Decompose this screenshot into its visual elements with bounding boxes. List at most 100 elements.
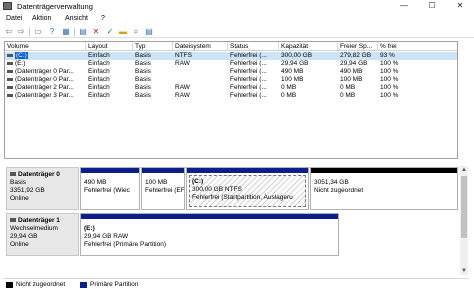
volume-icon [7,61,13,65]
volume-icon [7,69,13,73]
legend-primary-partition: Primäre Partition [90,281,139,288]
help-icon[interactable]: ? [47,27,57,37]
minimize-button[interactable]: — [390,0,418,13]
type-cell: Basis [135,60,151,67]
partition-size: 29,94 GB RAW [84,233,129,240]
maximize-button[interactable]: ☐ [418,0,446,13]
disk-0-type: Basis [10,179,26,186]
partition-unallocated[interactable]: 3051,34 GB Nicht zugeordnet [310,167,458,210]
column-header-status[interactable]: Status [228,42,279,51]
free-space-cell: 29,94 GB [340,60,368,67]
partition-efi[interactable]: 100 MB Fehlerfrei (EFI- [141,167,185,210]
console-icon[interactable]: ▭ [33,27,43,37]
column-header-layout[interactable]: Layout [86,42,133,51]
volume-cell: (E:) [5,60,86,68]
properties-icon[interactable]: ▤ [144,27,154,37]
free-space-cell: 100 MB [340,76,363,83]
partition-title: (C:) [192,178,204,185]
column-header-type[interactable]: Typ [133,42,173,51]
type-cell: Basis [135,84,151,91]
partition-e[interactable]: (E:) 29,94 GB RAW Fehlerfrei (Primäre Pa… [80,213,339,256]
partition-status: Nicht zugeordnet [314,187,364,194]
type-cell: Basis [135,52,151,59]
disk-0-label[interactable]: Datenträger 0 Basis 3351,92 GB Online [6,167,79,210]
status-cell: Fehlerfrei (... [230,68,267,75]
partition-size: 3051,34 GB [314,179,349,186]
filesystem-cell [173,76,228,84]
menu-help[interactable]: ? [101,15,105,22]
table-row[interactable]: (C:) Einfach Basis NTFS Fehlerfrei (... … [5,52,457,60]
free-space-cell: 279,82 GB [340,52,372,59]
volume-cell: (C:) [5,52,86,60]
free-space-cell: 0 MB [340,92,356,99]
search-icon[interactable]: ⌕ [131,27,141,37]
delete-icon[interactable]: ✕ [91,27,101,37]
partition-size: 100 MB [145,179,168,186]
partition-status: Fehlerfrei (Primäre Partition) [84,241,166,248]
grid-icon[interactable]: ▦ [61,27,71,37]
partition-c[interactable]: (C:) 300,00 GB NTFS Fehlerfrei (Startpar… [186,167,309,210]
partition-title: (E:) [84,225,95,232]
percent-free-cell: 100 % [380,60,399,67]
filesystem-cell: RAW [175,60,190,67]
capacity-cell: 0 MB [281,92,297,99]
disk-0-size: 3351,92 GB [10,187,45,194]
layout-cell: Einfach [88,68,110,75]
volume-icon [7,93,13,97]
back-icon[interactable]: ⇦ [4,27,14,37]
type-cell: Basis [135,76,151,83]
title-bar: Datenträgerverwaltung — ☐ ✕ [0,0,474,13]
disk-icon [10,218,16,223]
folder-icon[interactable]: ▬ [118,27,128,37]
filesystem-cell [173,68,228,76]
primary-partition-bar [187,168,308,173]
disk-management-icon [3,2,12,10]
close-button[interactable]: ✕ [446,0,474,13]
column-header-free-space[interactable]: Freier Sp... [338,42,378,51]
volume-cell: (Datenträger 0 Par... [5,68,86,76]
type-cell: Basis [135,92,151,99]
partition-size: 300,00 GB NTFS [192,186,242,193]
partition-status: Fehlerfrei (Wiec [84,187,130,194]
percent-free-cell: 100 % [380,92,399,99]
partition-recovery[interactable]: 490 MB Fehlerfrei (Wiec [80,167,140,210]
capacity-cell: 0 MB [281,84,297,91]
volume-cell: (Datenträger 3 Par... [5,92,86,100]
table-row[interactable]: (Datenträger 0 Par... Einfach Basis Fehl… [5,68,457,76]
table-row[interactable]: (E:) Einfach Basis RAW Fehlerfrei (... 2… [5,60,457,68]
disk-1-state: Online [10,241,29,248]
percent-free-cell: 100 % [380,84,399,91]
scroll-down-icon[interactable]: ▼ [460,267,468,275]
table-row[interactable]: (Datenträger 2 Par... Einfach Basis RAW … [5,84,457,92]
table-row[interactable]: (Datenträger 3 Par... Einfach Basis RAW … [5,92,457,100]
scroll-thumb[interactable] [461,176,467,238]
partition-status: Fehlerfrei (Startpartition, Auslageru [192,194,293,201]
column-header-percent-free[interactable]: % frei [378,42,459,51]
percent-free-cell: 93 % [380,52,395,59]
disk-1-title: Datenträger 1 [10,217,75,225]
table-header: Volume Layout Typ Dateisystem Status Kap… [5,42,457,51]
check-icon[interactable]: ✓ [105,27,115,37]
disk-1-label[interactable]: Datenträger 1 Wechselmedium 29,94 GB Onl… [6,213,79,256]
column-header-capacity[interactable]: Kapazität [279,42,338,51]
volume-cell: (Datenträger 0 Par... [5,76,86,84]
disk-1-size: 29,94 GB [10,233,38,240]
disk-icon [10,172,16,177]
status-cell: Fehlerfrei (... [230,84,267,91]
volume-icon [7,85,13,89]
scroll-up-icon[interactable]: ▲ [460,166,468,174]
column-header-filesystem[interactable]: Dateisystem [173,42,228,51]
menu-datei[interactable]: Datei [6,15,22,22]
partition-size: 490 MB [84,179,107,186]
toolbar-separator [29,28,30,36]
disk-view-scrollbar[interactable]: ▲ ▼ [460,166,468,275]
column-header-volume[interactable]: Volume [5,42,86,51]
volume-icon [7,53,13,57]
menu-ansicht[interactable]: Ansicht [65,15,88,22]
menu-aktion[interactable]: Aktion [32,15,51,22]
settings-icon[interactable]: ▤ [78,27,88,37]
forward-icon[interactable]: ⇨ [16,27,26,37]
filesystem-cell: RAW [175,84,190,91]
percent-free-cell: 100 % [380,76,399,83]
table-row[interactable]: (Datenträger 0 Par... Einfach Basis Fehl… [5,76,457,84]
